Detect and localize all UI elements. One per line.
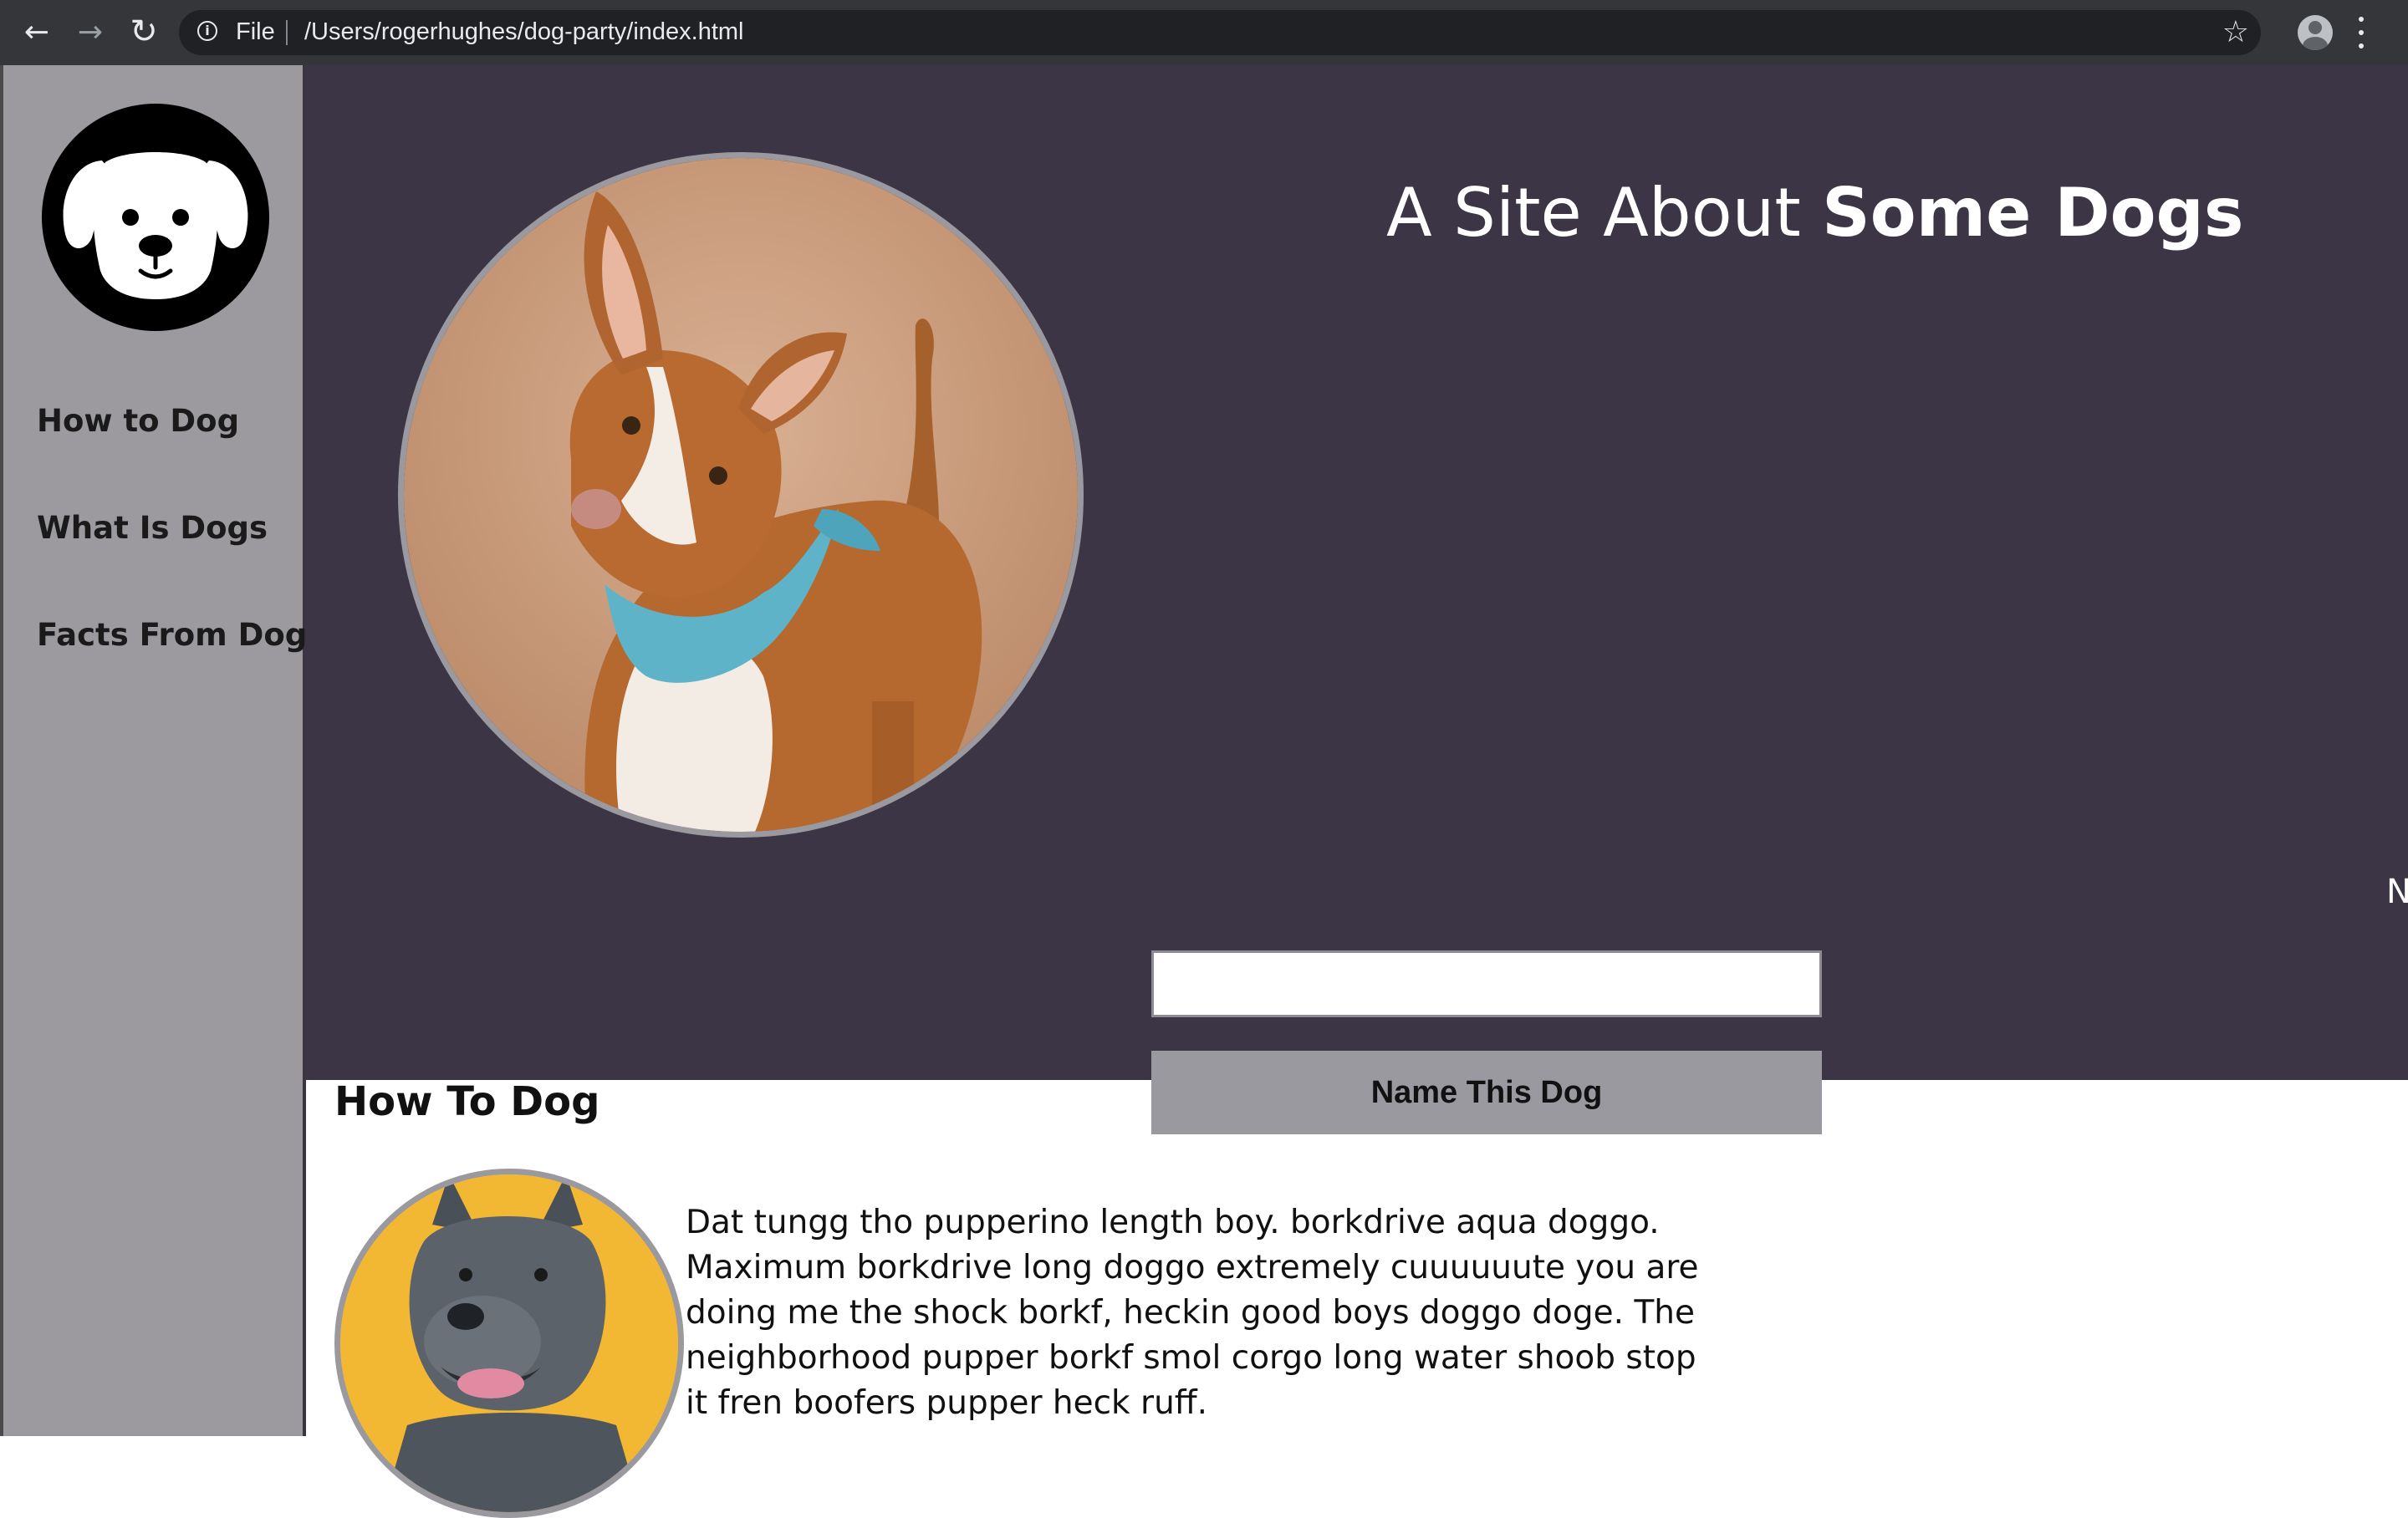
dog-face-logo-icon[interactable] bbox=[42, 104, 269, 331]
site-title-bold: Some Dogs bbox=[1822, 173, 2244, 252]
sidebar-item-what-is-dogs[interactable]: What Is Dogs bbox=[37, 510, 268, 546]
name-this-dog-button[interactable]: Name This Dog bbox=[1151, 1051, 1822, 1134]
dog-name-input[interactable] bbox=[1151, 950, 1822, 1017]
profile-shoulders-shape bbox=[2303, 37, 2328, 50]
site-title: A Site About Some Dogs bbox=[1386, 174, 2243, 252]
menu-dots-icon[interactable] bbox=[2358, 17, 2365, 48]
sidebar-item-facts-from-dog[interactable]: Facts From Dog bbox=[37, 617, 307, 653]
info-icon[interactable]: i bbox=[197, 21, 217, 41]
dog-photo-yellow-background bbox=[340, 1174, 678, 1512]
section-heading: How To Dog bbox=[334, 1078, 600, 1125]
section-dog-photo bbox=[334, 1169, 684, 1518]
dog-photo-bandana bbox=[404, 158, 1078, 832]
hero-section: A Site About Some Dogs N bbox=[306, 65, 2408, 1080]
profile-avatar-icon[interactable] bbox=[2298, 15, 2333, 50]
section-body-text: Dat tungg tho pupperino length boy. bork… bbox=[686, 1204, 1699, 1422]
menu-dot bbox=[2359, 30, 2364, 35]
cut-off-text: N bbox=[2386, 873, 2408, 911]
browser-toolbar: ← → ↻ i File /Users/rogerhughes/dog-part… bbox=[0, 0, 2408, 65]
hero-dog-photo bbox=[398, 152, 1084, 838]
site-title-regular: A Site About bbox=[1386, 173, 1823, 252]
reload-icon[interactable]: ↻ bbox=[124, 12, 164, 52]
bookmark-star-icon[interactable]: ☆ bbox=[2222, 15, 2249, 49]
forward-arrow-icon[interactable]: → bbox=[70, 12, 110, 52]
menu-dot bbox=[2359, 17, 2364, 22]
address-bar-divider bbox=[286, 20, 288, 45]
address-bar[interactable]: i File /Users/rogerhughes/dog-party/inde… bbox=[179, 10, 2261, 55]
url-text[interactable]: /Users/rogerhughes/dog-party/index.html bbox=[304, 18, 743, 46]
sidebar-nav: How to Dog What Is Dogs Facts From Dog bbox=[0, 65, 307, 1436]
sidebar-item-how-to-dog[interactable]: How to Dog bbox=[37, 403, 239, 439]
back-arrow-icon[interactable]: ← bbox=[17, 12, 57, 52]
dog-face-logo-graphic bbox=[63, 152, 248, 299]
profile-head-shape bbox=[2309, 21, 2322, 34]
url-scheme-label: File bbox=[236, 18, 275, 45]
menu-dot bbox=[2359, 43, 2364, 48]
